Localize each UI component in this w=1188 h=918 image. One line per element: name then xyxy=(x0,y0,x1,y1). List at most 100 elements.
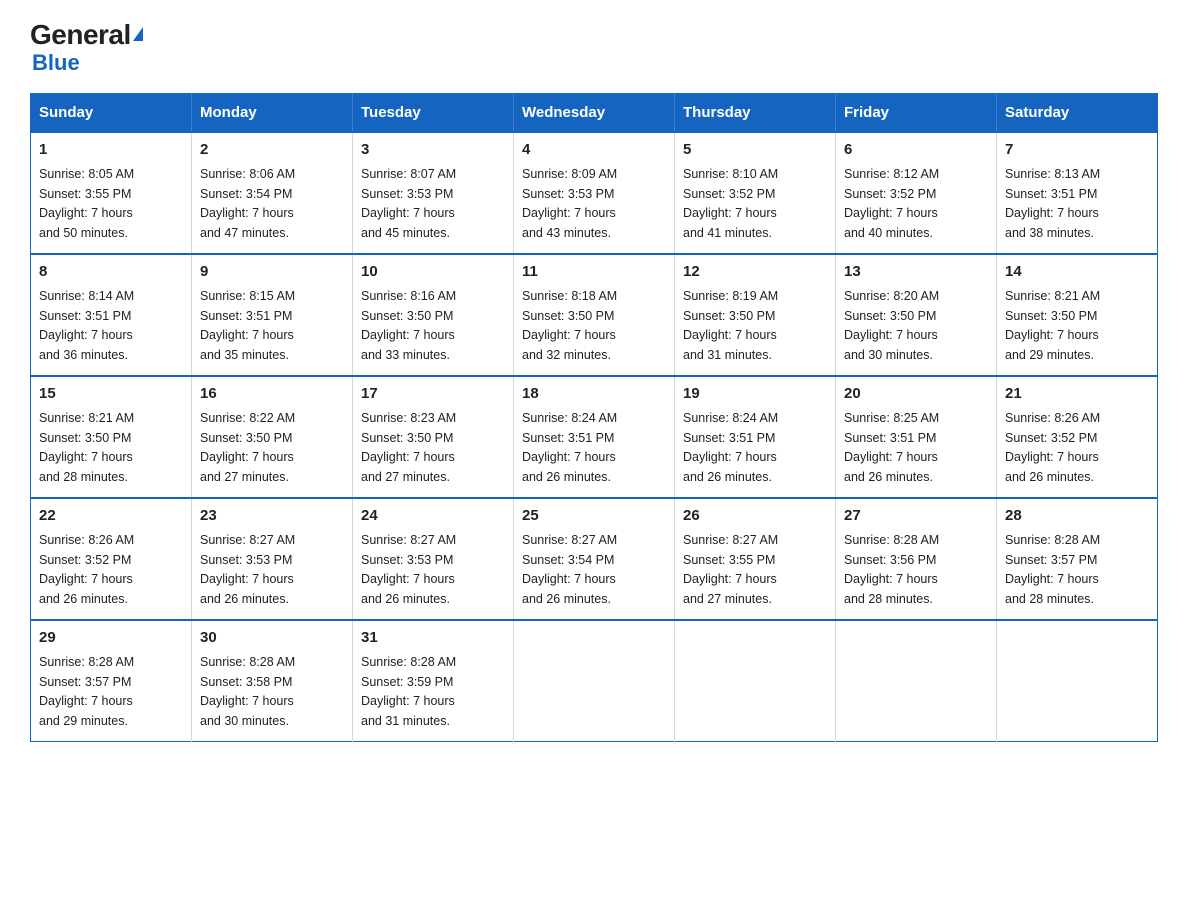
day-number: 18 xyxy=(522,383,666,406)
day-info: Sunrise: 8:28 AMSunset: 3:57 PMDaylight:… xyxy=(1005,531,1149,609)
day-info: Sunrise: 8:18 AMSunset: 3:50 PMDaylight:… xyxy=(522,287,666,365)
day-number: 10 xyxy=(361,261,505,284)
calendar-day-cell: 16 Sunrise: 8:22 AMSunset: 3:50 PMDayligh… xyxy=(192,376,353,498)
day-number: 1 xyxy=(39,139,183,162)
day-info: Sunrise: 8:15 AMSunset: 3:51 PMDaylight:… xyxy=(200,287,344,365)
calendar-day-cell: 10 Sunrise: 8:16 AMSunset: 3:50 PMDayligh… xyxy=(353,254,514,376)
day-info: Sunrise: 8:21 AMSunset: 3:50 PMDaylight:… xyxy=(39,409,183,487)
day-number: 16 xyxy=(200,383,344,406)
day-info: Sunrise: 8:20 AMSunset: 3:50 PMDaylight:… xyxy=(844,287,988,365)
day-info: Sunrise: 8:28 AMSunset: 3:58 PMDaylight:… xyxy=(200,653,344,731)
day-number: 12 xyxy=(683,261,827,284)
day-info: Sunrise: 8:09 AMSunset: 3:53 PMDaylight:… xyxy=(522,165,666,243)
day-info: Sunrise: 8:28 AMSunset: 3:56 PMDaylight:… xyxy=(844,531,988,609)
calendar-header-row: SundayMondayTuesdayWednesdayThursdayFrid… xyxy=(31,93,1158,132)
logo: General Blue xyxy=(30,20,143,75)
day-number: 30 xyxy=(200,627,344,650)
calendar-day-cell: 5 Sunrise: 8:10 AMSunset: 3:52 PMDaylight… xyxy=(675,132,836,254)
day-info: Sunrise: 8:28 AMSunset: 3:59 PMDaylight:… xyxy=(361,653,505,731)
calendar-day-cell: 17 Sunrise: 8:23 AMSunset: 3:50 PMDayligh… xyxy=(353,376,514,498)
day-info: Sunrise: 8:14 AMSunset: 3:51 PMDaylight:… xyxy=(39,287,183,365)
day-number: 7 xyxy=(1005,139,1149,162)
calendar-week-row: 22Sunrise: 8:26 AMSunset: 3:52 PMDayligh… xyxy=(31,498,1158,620)
day-number: 19 xyxy=(683,383,827,406)
logo-bottom: Blue xyxy=(30,51,143,75)
day-number: 31 xyxy=(361,627,505,650)
calendar-day-cell xyxy=(675,620,836,742)
calendar-day-cell: 22Sunrise: 8:26 AMSunset: 3:52 PMDayligh… xyxy=(31,498,192,620)
day-info: Sunrise: 8:25 AMSunset: 3:51 PMDaylight:… xyxy=(844,409,988,487)
calendar-day-cell: 14Sunrise: 8:21 AMSunset: 3:50 PMDayligh… xyxy=(997,254,1158,376)
day-info: Sunrise: 8:23 AMSunset: 3:50 PMDaylight:… xyxy=(361,409,505,487)
day-info: Sunrise: 8:22 AMSunset: 3:50 PMDaylight:… xyxy=(200,409,344,487)
day-number: 21 xyxy=(1005,383,1149,406)
day-info: Sunrise: 8:19 AMSunset: 3:50 PMDaylight:… xyxy=(683,287,827,365)
day-number: 2 xyxy=(200,139,344,162)
day-number: 8 xyxy=(39,261,183,284)
day-info: Sunrise: 8:10 AMSunset: 3:52 PMDaylight:… xyxy=(683,165,827,243)
page-header: General Blue xyxy=(30,20,1158,75)
calendar-day-cell: 28 Sunrise: 8:28 AMSunset: 3:57 PMDayligh… xyxy=(997,498,1158,620)
calendar-day-cell: 15 Sunrise: 8:21 AMSunset: 3:50 PMDayligh… xyxy=(31,376,192,498)
calendar-day-cell: 11 Sunrise: 8:18 AMSunset: 3:50 PMDayligh… xyxy=(514,254,675,376)
day-info: Sunrise: 8:24 AMSunset: 3:51 PMDaylight:… xyxy=(683,409,827,487)
day-number: 3 xyxy=(361,139,505,162)
calendar-table: SundayMondayTuesdayWednesdayThursdayFrid… xyxy=(30,93,1158,742)
col-header-tuesday: Tuesday xyxy=(353,93,514,132)
day-number: 4 xyxy=(522,139,666,162)
logo-top: General xyxy=(30,20,143,51)
calendar-day-cell: 29 Sunrise: 8:28 AMSunset: 3:57 PMDayligh… xyxy=(31,620,192,742)
day-number: 17 xyxy=(361,383,505,406)
day-info: Sunrise: 8:27 AMSunset: 3:53 PMDaylight:… xyxy=(200,531,344,609)
day-info: Sunrise: 8:13 AMSunset: 3:51 PMDaylight:… xyxy=(1005,165,1149,243)
col-header-thursday: Thursday xyxy=(675,93,836,132)
calendar-day-cell: 12 Sunrise: 8:19 AMSunset: 3:50 PMDayligh… xyxy=(675,254,836,376)
day-info: Sunrise: 8:27 AMSunset: 3:53 PMDaylight:… xyxy=(361,531,505,609)
calendar-day-cell: 27Sunrise: 8:28 AMSunset: 3:56 PMDayligh… xyxy=(836,498,997,620)
day-number: 28 xyxy=(1005,505,1149,528)
day-number: 14 xyxy=(1005,261,1149,284)
calendar-day-cell: 30 Sunrise: 8:28 AMSunset: 3:58 PMDayligh… xyxy=(192,620,353,742)
day-info: Sunrise: 8:26 AMSunset: 3:52 PMDaylight:… xyxy=(1005,409,1149,487)
calendar-week-row: 8 Sunrise: 8:14 AMSunset: 3:51 PMDaylight… xyxy=(31,254,1158,376)
day-number: 22 xyxy=(39,505,183,528)
day-number: 15 xyxy=(39,383,183,406)
day-number: 6 xyxy=(844,139,988,162)
calendar-day-cell: 25 Sunrise: 8:27 AMSunset: 3:54 PMDayligh… xyxy=(514,498,675,620)
day-info: Sunrise: 8:16 AMSunset: 3:50 PMDaylight:… xyxy=(361,287,505,365)
calendar-day-cell: 26 Sunrise: 8:27 AMSunset: 3:55 PMDayligh… xyxy=(675,498,836,620)
day-info: Sunrise: 8:27 AMSunset: 3:54 PMDaylight:… xyxy=(522,531,666,609)
day-number: 5 xyxy=(683,139,827,162)
day-info: Sunrise: 8:05 AMSunset: 3:55 PMDaylight:… xyxy=(39,165,183,243)
day-number: 11 xyxy=(522,261,666,284)
day-number: 25 xyxy=(522,505,666,528)
day-info: Sunrise: 8:06 AMSunset: 3:54 PMDaylight:… xyxy=(200,165,344,243)
calendar-week-row: 1 Sunrise: 8:05 AMSunset: 3:55 PMDaylight… xyxy=(31,132,1158,254)
calendar-day-cell: 31 Sunrise: 8:28 AMSunset: 3:59 PMDayligh… xyxy=(353,620,514,742)
col-header-friday: Friday xyxy=(836,93,997,132)
calendar-day-cell: 18Sunrise: 8:24 AMSunset: 3:51 PMDayligh… xyxy=(514,376,675,498)
calendar-week-row: 29 Sunrise: 8:28 AMSunset: 3:57 PMDayligh… xyxy=(31,620,1158,742)
day-number: 23 xyxy=(200,505,344,528)
day-number: 26 xyxy=(683,505,827,528)
day-info: Sunrise: 8:28 AMSunset: 3:57 PMDaylight:… xyxy=(39,653,183,731)
calendar-day-cell: 3 Sunrise: 8:07 AMSunset: 3:53 PMDaylight… xyxy=(353,132,514,254)
col-header-wednesday: Wednesday xyxy=(514,93,675,132)
day-number: 13 xyxy=(844,261,988,284)
calendar-day-cell: 2 Sunrise: 8:06 AMSunset: 3:54 PMDaylight… xyxy=(192,132,353,254)
day-number: 29 xyxy=(39,627,183,650)
day-info: Sunrise: 8:07 AMSunset: 3:53 PMDaylight:… xyxy=(361,165,505,243)
calendar-day-cell: 19 Sunrise: 8:24 AMSunset: 3:51 PMDayligh… xyxy=(675,376,836,498)
calendar-day-cell: 6Sunrise: 8:12 AMSunset: 3:52 PMDaylight… xyxy=(836,132,997,254)
calendar-day-cell xyxy=(997,620,1158,742)
calendar-day-cell: 13 Sunrise: 8:20 AMSunset: 3:50 PMDayligh… xyxy=(836,254,997,376)
day-number: 24 xyxy=(361,505,505,528)
calendar-day-cell: 1 Sunrise: 8:05 AMSunset: 3:55 PMDaylight… xyxy=(31,132,192,254)
calendar-day-cell: 20Sunrise: 8:25 AMSunset: 3:51 PMDayligh… xyxy=(836,376,997,498)
logo-triangle-icon xyxy=(133,27,143,41)
calendar-day-cell: 24 Sunrise: 8:27 AMSunset: 3:53 PMDayligh… xyxy=(353,498,514,620)
calendar-day-cell xyxy=(514,620,675,742)
calendar-day-cell: 21 Sunrise: 8:26 AMSunset: 3:52 PMDayligh… xyxy=(997,376,1158,498)
calendar-week-row: 15 Sunrise: 8:21 AMSunset: 3:50 PMDayligh… xyxy=(31,376,1158,498)
day-info: Sunrise: 8:27 AMSunset: 3:55 PMDaylight:… xyxy=(683,531,827,609)
